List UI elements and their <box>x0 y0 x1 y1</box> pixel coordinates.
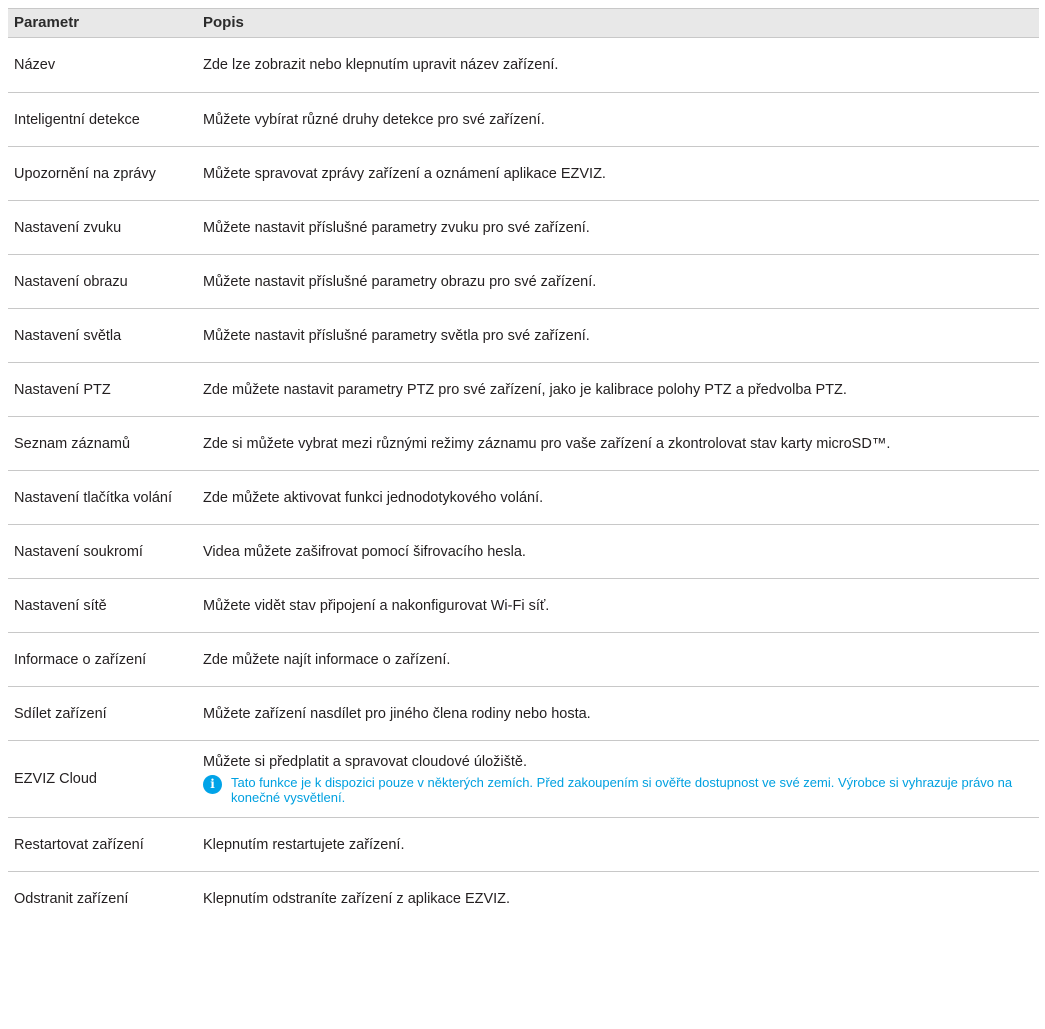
desc-text: Můžete si předplatit a spravovat cloudov… <box>203 753 528 770</box>
column-header-param: Parametr <box>14 14 80 31</box>
param-cell: Upozornění na zprávy <box>14 165 156 182</box>
parameter-table: Parametr Popis Název Zde lze zobrazit ne… <box>8 8 1039 926</box>
param-cell: Nastavení světla <box>14 327 122 344</box>
param-cell: Informace o zařízení <box>14 651 147 668</box>
desc-cell: Můžete nastavit příslušné parametry obra… <box>203 273 597 290</box>
table-row: Název Zde lze zobrazit nebo klepnutím up… <box>8 38 1039 93</box>
table-header: Parametr Popis <box>8 8 1039 38</box>
param-cell: Nastavení soukromí <box>14 543 143 560</box>
column-header-desc: Popis <box>203 14 244 31</box>
table-row: Upozornění na zprávy Můžete spravovat zp… <box>8 147 1039 201</box>
desc-cell: Můžete vybírat různé druhy detekce pro s… <box>203 111 545 128</box>
table-row: Nastavení PTZ Zde můžete nastavit parame… <box>8 363 1039 417</box>
table-row: Nastavení sítě Můžete vidět stav připoje… <box>8 579 1039 633</box>
table-row: Nastavení obrazu Můžete nastavit přísluš… <box>8 255 1039 309</box>
param-cell: Nastavení obrazu <box>14 273 128 290</box>
param-cell: Odstranit zařízení <box>14 891 129 907</box>
desc-cell: Můžete spravovat zprávy zařízení a oznám… <box>203 165 606 182</box>
desc-cell: Zde lze zobrazit nebo klepnutím upravit … <box>203 57 559 73</box>
desc-cell: Videa můžete zašifrovat pomocí šifrovací… <box>203 543 526 560</box>
table-row: Restartovat zařízení Klepnutím restartuj… <box>8 818 1039 872</box>
desc-cell: Můžete zařízení nasdílet pro jiného člen… <box>203 705 591 722</box>
param-cell: Inteligentní detekce <box>14 111 140 128</box>
param-cell: Název <box>14 57 56 73</box>
param-cell: Seznam záznamů <box>14 435 131 452</box>
table-row: Nastavení světla Můžete nastavit přísluš… <box>8 309 1039 363</box>
table-row: Nastavení soukromí Videa můžete zašifrov… <box>8 525 1039 579</box>
desc-cell: Můžete nastavit příslušné parametry svět… <box>203 327 590 344</box>
table-row: Nastavení tlačítka volání Zde můžete akt… <box>8 471 1039 525</box>
table-row: Seznam záznamů Zde si můžete vybrat mezi… <box>8 417 1039 471</box>
param-cell: EZVIZ Cloud <box>14 771 97 787</box>
table-row: Odstranit zařízení Klepnutím odstraníte … <box>8 872 1039 926</box>
table-row: Nastavení zvuku Můžete nastavit příslušn… <box>8 201 1039 255</box>
param-cell: Sdílet zařízení <box>14 705 107 722</box>
desc-cell: Klepnutím odstraníte zařízení z aplikace… <box>203 891 511 907</box>
table-row: Sdílet zařízení Můžete zařízení nasdílet… <box>8 687 1039 741</box>
desc-cell: Zde si můžete vybrat mezi různými režimy… <box>203 435 891 452</box>
param-cell: Nastavení zvuku <box>14 219 122 236</box>
desc-cell: Můžete si předplatit a spravovat cloudov… <box>203 754 1039 805</box>
param-cell: Restartovat zařízení <box>14 836 144 853</box>
table-row: Inteligentní detekce Můžete vybírat různ… <box>8 93 1039 147</box>
desc-cell: Zde můžete nastavit parametry PTZ pro sv… <box>203 381 847 398</box>
desc-cell: Zde můžete aktivovat funkci jednodotykov… <box>203 489 544 506</box>
info-icon: i <box>203 774 222 794</box>
desc-cell: Klepnutím restartujete zařízení. <box>203 836 405 853</box>
table-row: EZVIZ Cloud Můžete si předplatit a sprav… <box>8 741 1039 818</box>
desc-cell: Zde můžete najít informace o zařízení. <box>203 651 451 668</box>
param-cell: Nastavení PTZ <box>14 381 111 398</box>
param-cell: Nastavení sítě <box>14 597 107 614</box>
desc-cell: Můžete vidět stav připojení a nakonfigur… <box>203 597 550 614</box>
table-row: Informace o zařízení Zde můžete najít in… <box>8 633 1039 687</box>
note: i Tato funkce je k dispozici pouze v něk… <box>203 774 1033 805</box>
param-cell: Nastavení tlačítka volání <box>14 489 172 506</box>
note-text: Tato funkce je k dispozici pouze v někte… <box>231 774 1013 805</box>
desc-cell: Můžete nastavit příslušné parametry zvuk… <box>203 219 590 236</box>
